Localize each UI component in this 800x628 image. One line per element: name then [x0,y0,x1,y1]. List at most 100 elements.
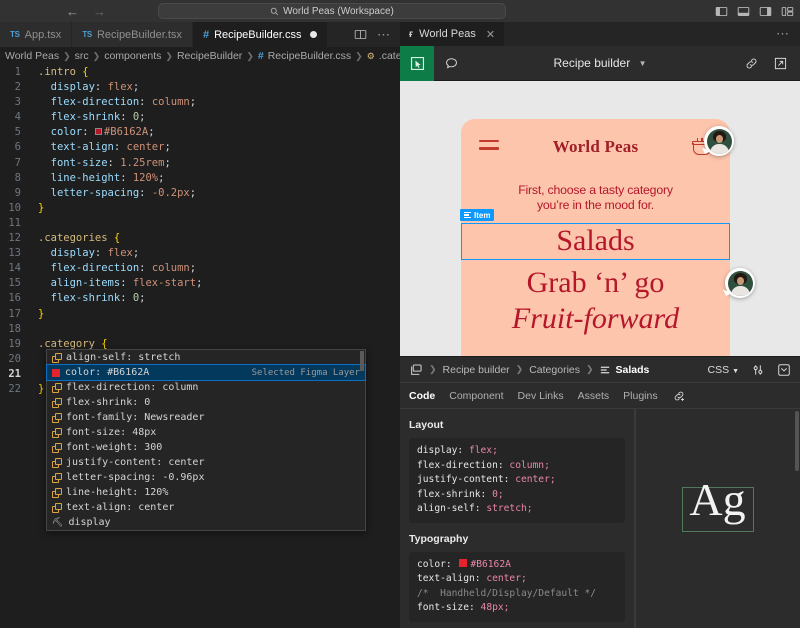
code-line[interactable]: 16 flex-shrink: 0; [0,291,400,306]
autocomplete-item[interactable]: text-align: center [47,500,365,515]
selection-badge: Item [460,209,494,221]
line-number: 19 [0,337,34,352]
tab-dev-links[interactable]: Dev Links [518,390,564,402]
code-line[interactable]: 17} [0,307,400,322]
code-line[interactable]: 12.categories { [0,231,400,246]
arrow-right-icon[interactable]: → [93,5,106,18]
autocomplete-item[interactable]: justify-content: center [47,455,365,470]
code-line[interactable]: 8 line-height: 120%; [0,171,400,186]
code-line[interactable]: 6 text-align: center; [0,140,400,155]
search-input[interactable]: World Peas (Workspace) [158,3,506,19]
panel-left-icon[interactable] [715,5,728,18]
panel-bottom-icon[interactable] [737,5,750,18]
panel-divider [635,409,636,628]
code-block-layout[interactable]: display: flex;flex-direction: column;jus… [409,438,625,523]
collaborator-avatar[interactable] [704,126,734,156]
close-icon[interactable]: ✕ [486,28,495,41]
code-line[interactable]: 2 display: flex; [0,80,400,95]
tab-code[interactable]: Code [409,390,435,402]
code-line-text: align-items: flex-start; [34,276,202,291]
comment-icon[interactable] [434,56,468,71]
autocomplete-item[interactable]: letter-spacing: -0.96px [47,470,365,485]
layers-icon[interactable] [409,363,423,377]
layout-grid-icon[interactable] [781,5,794,18]
category-item-fruit-forward[interactable]: Fruit-forward [461,302,730,337]
chevron-down-icon[interactable]: ▼ [639,59,647,68]
panel-right-icon[interactable] [759,5,772,18]
figma-canvas[interactable]: World Peas First, choose a tasty categor… [400,81,800,356]
editor-tab-recipebuilder-css[interactable]: # RecipeBuilder.css [193,22,328,47]
code-line[interactable]: 3 flex-direction: column; [0,95,400,110]
code-line-text: .categories { [34,231,120,246]
tab-plugins[interactable]: Plugins [623,390,657,402]
code-line-text: flex-direction: column; [34,261,196,276]
autocomplete-item[interactable]: ⛏display [47,515,365,530]
code-line[interactable]: 18 [0,322,400,337]
editor-tab-app-tsx[interactable]: TS App.tsx [0,22,72,47]
figma-file-title[interactable]: Recipe builder [554,56,631,70]
code-line[interactable]: 13 display: flex; [0,246,400,261]
editor-tab-label: RecipeBuilder.css [214,29,301,41]
autocomplete-item[interactable]: font-weight: 300 [47,440,365,455]
typescript-file-icon: TS [82,30,92,39]
breadcrumb-item-3[interactable]: RecipeBuilder [177,50,242,62]
autocomplete-item-label: font-weight: 300 [66,442,162,453]
code-line[interactable]: 7 font-size: 1.25rem; [0,156,400,171]
tab-component[interactable]: Component [449,390,503,402]
more-actions-icon[interactable]: ⋯ [377,31,391,39]
autocomplete-item[interactable]: flex-direction: column [47,380,365,395]
split-editor-icon[interactable] [354,28,367,41]
breadcrumb-item-0[interactable]: World Peas [5,50,59,62]
code-line[interactable]: 15 align-items: flex-start; [0,276,400,291]
cursor-tool-icon[interactable] [400,46,434,81]
css-file-icon: # [258,50,264,62]
breadcrumb-item-4[interactable]: RecipeBuilder.css [268,50,351,62]
tab-assets[interactable]: Assets [578,390,610,402]
more-actions-icon[interactable]: ⋯ [766,22,800,46]
code-line[interactable]: 5 color: #B6162A; [0,125,400,140]
hamburger-menu-icon[interactable] [479,140,499,155]
line-number: 20 [0,352,34,367]
property-icon [52,458,61,467]
property-icon [52,473,61,482]
code-editor[interactable]: 1.intro {2 display: flex;3 flex-directio… [0,65,400,628]
design-frame[interactable]: World Peas First, choose a tasty categor… [461,119,730,356]
code-line[interactable]: 10} [0,201,400,216]
code-block-typography[interactable]: color: #B6162Atext-align: center;/* Hand… [409,552,625,622]
code-line[interactable]: 11 [0,216,400,231]
inspect-scrollbar[interactable] [795,411,799,471]
autocomplete-item[interactable]: font-family: Newsreader [47,410,365,425]
breadcrumb-item-2[interactable]: components [104,50,161,62]
editor-tab-recipebuilder-tsx[interactable]: TS RecipeBuilder.tsx [72,22,193,47]
language-selector[interactable]: CSS ▼ [708,364,739,376]
vscode-window: ← → World Peas (Workspace) [0,0,800,628]
add-link-icon[interactable] [672,389,791,403]
font-preview-glyphs: Ag [689,477,745,523]
autocomplete-item[interactable]: color: #B6162ASelected Figma Layer [47,365,365,380]
css-declaration: flex-shrink: 0; [417,488,617,503]
code-line[interactable]: 14 flex-direction: column; [0,261,400,276]
figma-tab-world-peas[interactable]: ғ World Peas ✕ [400,22,504,46]
autocomplete-scrollbar[interactable] [360,351,364,371]
inspect-breadcrumb-item-1[interactable]: Categories [529,364,580,376]
inspect-breadcrumb-item-0[interactable]: Recipe builder [443,364,510,376]
sliders-icon[interactable] [751,363,765,377]
link-icon[interactable] [744,56,759,71]
collapse-panel-icon[interactable] [777,363,791,377]
open-external-icon[interactable] [773,56,788,71]
code-line[interactable]: 4 flex-shrink: 0; [0,110,400,125]
breadcrumb-item-1[interactable]: src [75,50,89,62]
autocomplete-item[interactable]: font-size: 48px [47,425,365,440]
category-item-salads[interactable]: Salads [461,223,730,260]
code-line[interactable]: 1.intro { [0,65,400,80]
property-icon [52,383,61,392]
code-line[interactable]: 9 letter-spacing: -0.2px; [0,186,400,201]
breadcrumb-item-5[interactable]: .category [379,50,400,62]
collaborator-avatar[interactable] [725,268,755,298]
autocomplete-item[interactable]: align-self: stretch [47,350,365,365]
arrow-left-icon[interactable]: ← [66,5,79,18]
autocomplete-popup[interactable]: align-self: stretchcolor: #B6162ASelecte… [46,349,366,531]
autocomplete-item[interactable]: line-height: 120% [47,485,365,500]
category-item-grab-n-go[interactable]: Grab ‘n’ go [461,266,730,301]
autocomplete-item[interactable]: flex-shrink: 0 [47,395,365,410]
